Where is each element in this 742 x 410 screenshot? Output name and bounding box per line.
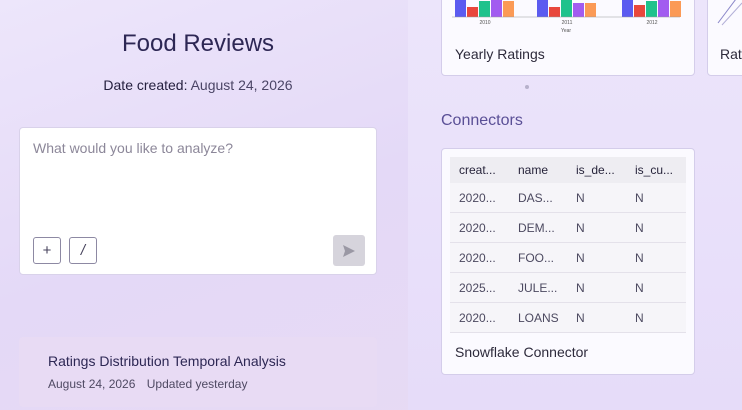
connector-card-title: Snowflake Connector: [455, 344, 589, 360]
plus-icon: +: [42, 242, 52, 259]
table-cell: N: [635, 250, 644, 265]
table-row[interactable]: 2020... FOO... N N: [450, 243, 686, 273]
yearly-ratings-chart: 2010 2011 2012 Year: [452, 0, 681, 34]
table-row[interactable]: 2025... JULE... N N: [450, 273, 686, 303]
chart-bar: [634, 5, 645, 17]
send-icon: [343, 244, 355, 257]
chart-bar: [573, 3, 584, 17]
table-row[interactable]: 2020... LOANS N N: [450, 303, 686, 333]
chart-bar: [503, 1, 514, 17]
chart-bar: [479, 1, 490, 17]
table-cell: JULE...: [518, 280, 558, 295]
table-cell: N: [576, 190, 585, 205]
chart-bar: [491, 0, 502, 17]
column-header[interactable]: creat...: [450, 163, 509, 177]
analyze-input[interactable]: What would you like to analyze?: [33, 140, 233, 156]
table-cell: N: [576, 280, 585, 295]
table-cell: DEM...: [518, 220, 555, 235]
slash-icon: /: [80, 242, 86, 259]
column-header[interactable]: is_cu...: [626, 163, 686, 177]
table-cell: N: [635, 190, 644, 205]
next-card-thumbnail: [717, 0, 742, 26]
table-row[interactable]: 2020... DAS... N N: [450, 183, 686, 213]
column-header[interactable]: is_de...: [567, 163, 626, 177]
chart-bar: [537, 0, 548, 17]
connectors-heading: Connectors: [441, 112, 523, 129]
chart-bar: [455, 0, 466, 17]
table-cell: LOANS: [518, 310, 559, 325]
chart-bar: [585, 3, 596, 17]
table-cell: 2020...: [459, 310, 496, 325]
left-panel: Food Reviews Date created: August 24, 20…: [0, 0, 408, 410]
connector-table: creat... name is_de... is_cu... 2020... D…: [450, 157, 686, 333]
chart-bar: [646, 1, 657, 17]
chart-bar: [622, 0, 633, 17]
table-cell: N: [576, 220, 585, 235]
column-header[interactable]: name: [509, 163, 567, 177]
analysis-meta: August 24, 2026 Updated yesterday: [48, 377, 247, 391]
next-card-title: Rat: [720, 46, 742, 62]
yearly-ratings-title: Yearly Ratings: [455, 46, 545, 62]
date-created-value: August 24, 2026: [190, 77, 293, 93]
send-button[interactable]: [333, 235, 365, 266]
chart-bar: [549, 7, 560, 17]
chart-bar: [561, 0, 572, 17]
analysis-title: Ratings Distribution Temporal Analysis: [48, 353, 286, 369]
table-row[interactable]: 2020... DEM... N N: [450, 213, 686, 243]
table-cell: N: [635, 280, 644, 295]
analysis-date: August 24, 2026: [48, 377, 136, 391]
table-header: creat... name is_de... is_cu...: [450, 157, 686, 183]
table-cell: 2025...: [459, 280, 496, 295]
next-card[interactable]: Rat: [707, 0, 742, 76]
date-created: Date created: August 24, 2026: [0, 77, 396, 93]
x-tick-label: 2012: [646, 20, 657, 26]
analyze-composer[interactable]: What would you like to analyze? + /: [19, 127, 377, 275]
table-cell: N: [635, 220, 644, 235]
chart-bar: [670, 1, 681, 17]
slash-command-button[interactable]: /: [69, 237, 97, 264]
chart-bar: [467, 7, 478, 17]
table-cell: N: [576, 250, 585, 265]
table-cell: 2020...: [459, 250, 496, 265]
table-cell: 2020...: [459, 220, 496, 235]
x-axis-label: Year: [561, 28, 571, 34]
snowflake-connector-card[interactable]: creat... name is_de... is_cu... 2020... D…: [441, 148, 695, 375]
add-button[interactable]: +: [33, 237, 61, 264]
yearly-ratings-card[interactable]: 2010 2011 2012 Year Yearly Ratings: [441, 0, 695, 76]
analysis-item[interactable]: Ratings Distribution Temporal Analysis A…: [19, 337, 377, 407]
table-cell: N: [635, 310, 644, 325]
x-tick-label: 2010: [479, 20, 490, 26]
page-title: Food Reviews: [121, 30, 275, 57]
table-cell: N: [576, 310, 585, 325]
table-cell: DAS...: [518, 190, 553, 205]
carousel-dot[interactable]: [525, 85, 529, 89]
chart-bar: [658, 0, 669, 17]
x-tick-label: 2011: [562, 20, 573, 26]
table-cell: FOO...: [518, 250, 554, 265]
table-cell: 2020...: [459, 190, 496, 205]
date-created-label: Date created:: [103, 77, 188, 93]
analysis-updated: Updated yesterday: [146, 377, 248, 391]
